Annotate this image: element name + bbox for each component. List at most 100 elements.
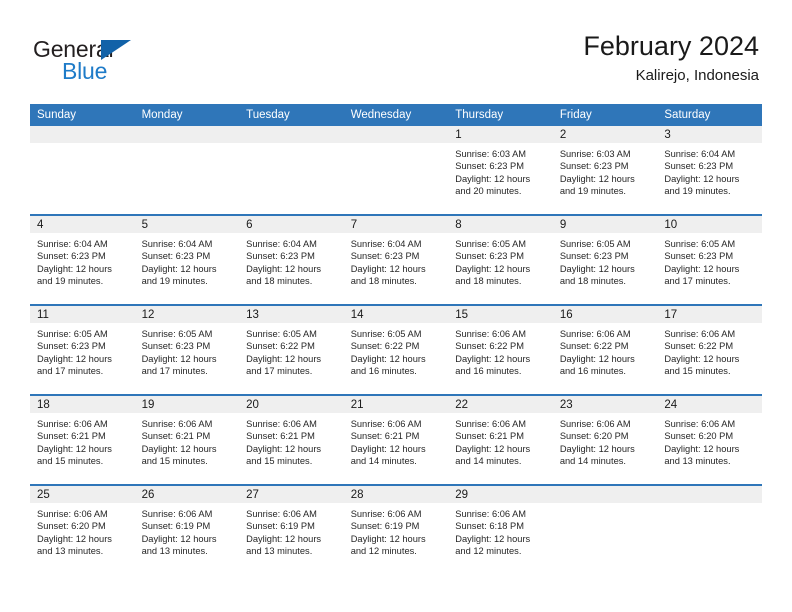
day-detail-line: Sunrise: 6:03 AM <box>559 149 631 159</box>
calendar-day-cell[interactable]: 21 Sunrise: 6:06 AM Sunset: 6:21 PM Dayligh… <box>343 394 449 485</box>
day-detail-line: Daylight: 12 hours <box>350 443 426 454</box>
calendar-day-cell[interactable]: 2 Sunrise: 6:03 AM Sunset: 6:23 PM Daylight… <box>552 126 658 215</box>
day-detail-line: Sunrise: 6:05 AM <box>246 329 317 339</box>
day-detail-line: and 18 minutes. <box>559 276 626 287</box>
calendar-day-cell[interactable]: 26 Sunrise: 6:06 AM Sunset: 6:19 PM Dayligh… <box>134 484 240 574</box>
calendar-day-cell[interactable]: 3 Sunrise: 6:04 AM Sunset: 6:23 PM Daylight… <box>657 126 762 215</box>
calendar-day-cell[interactable]: 5 Sunrise: 6:04 AM Sunset: 6:23 PM Daylight… <box>134 214 240 305</box>
day-number: 22 <box>448 396 553 413</box>
calendar-day-cell[interactable]: 27 Sunrise: 6:06 AM Sunset: 6:19 PM Dayligh… <box>239 484 344 574</box>
day-details: Sunrise: 6:03 AM Sunset: 6:23 PM Daylight:… <box>553 143 658 198</box>
day-detail-line: Sunrise: 6:06 AM <box>559 419 631 429</box>
weekday-header-saturday: Saturday <box>657 104 762 126</box>
day-details <box>30 143 135 148</box>
title-block: February 2024 Kalirejo, Indonesia <box>583 30 759 86</box>
day-detail-line: and 13 minutes. <box>141 546 208 557</box>
calendar-day-cell[interactable]: 24 Sunrise: 6:06 AM Sunset: 6:20 PM Dayligh… <box>657 394 762 485</box>
calendar-day-cell[interactable]: 18 Sunrise: 6:06 AM Sunset: 6:21 PM Dayligh… <box>30 394 135 485</box>
day-number: 26 <box>134 486 240 503</box>
calendar-day-cell[interactable]: 8 Sunrise: 6:05 AM Sunset: 6:23 PM Daylight… <box>448 214 553 305</box>
day-detail-line: Sunrise: 6:04 AM <box>246 239 317 249</box>
day-detail-line: Daylight: 12 hours <box>246 263 322 274</box>
day-details <box>135 143 240 148</box>
calendar-day-cell[interactable]: 20 Sunrise: 6:06 AM Sunset: 6:21 PM Dayligh… <box>239 394 344 485</box>
day-detail-line: and 14 minutes. <box>559 456 626 467</box>
calendar-day-cell[interactable]: 4 Sunrise: 6:04 AM Sunset: 6:23 PM Daylight… <box>30 214 135 305</box>
day-detail-line: and 17 minutes. <box>141 366 208 377</box>
calendar-empty-cell <box>657 484 762 574</box>
day-detail-line: and 16 minutes. <box>455 366 522 377</box>
calendar-week-row: 25 Sunrise: 6:06 AM Sunset: 6:20 PM Dayligh… <box>30 484 762 574</box>
day-detail-line: Sunrise: 6:06 AM <box>664 419 736 429</box>
day-number: 24 <box>657 396 762 413</box>
day-detail-line: Daylight: 12 hours <box>455 533 531 544</box>
day-detail-line: and 15 minutes. <box>246 456 313 467</box>
day-detail-line: Sunset: 6:21 PM <box>141 431 211 442</box>
calendar-day-cell[interactable]: 10 Sunrise: 6:05 AM Sunset: 6:23 PM Dayligh… <box>657 214 762 305</box>
day-detail-line: Sunrise: 6:06 AM <box>350 419 422 429</box>
day-detail-line: Daylight: 12 hours <box>350 263 426 274</box>
day-detail-line: Sunrise: 6:06 AM <box>37 509 108 519</box>
day-details: Sunrise: 6:06 AM Sunset: 6:22 PM Daylight:… <box>553 323 658 378</box>
calendar-day-cell[interactable]: 9 Sunrise: 6:05 AM Sunset: 6:23 PM Daylight… <box>552 214 658 305</box>
day-details: Sunrise: 6:04 AM Sunset: 6:23 PM Daylight:… <box>30 233 135 288</box>
day-number: 3 <box>657 126 762 143</box>
page-title: February 2024 <box>583 31 759 61</box>
day-number: 2 <box>552 126 658 143</box>
day-number: 28 <box>343 486 449 503</box>
general-blue-logo[interactable]: General Blue <box>33 36 233 92</box>
day-detail-line: and 12 minutes. <box>455 546 522 557</box>
calendar-day-cell[interactable]: 25 Sunrise: 6:06 AM Sunset: 6:20 PM Dayligh… <box>30 484 135 574</box>
day-detail-line: Sunset: 6:22 PM <box>350 341 420 352</box>
calendar-day-cell[interactable]: 19 Sunrise: 6:06 AM Sunset: 6:21 PM Dayligh… <box>134 394 240 485</box>
day-number: 6 <box>239 216 344 233</box>
calendar-day-cell[interactable]: 11 Sunrise: 6:05 AM Sunset: 6:23 PM Dayligh… <box>30 304 135 395</box>
day-detail-line: Sunrise: 6:06 AM <box>350 509 422 519</box>
day-detail-line: Sunset: 6:23 PM <box>37 251 106 262</box>
day-details: Sunrise: 6:05 AM Sunset: 6:23 PM Daylight:… <box>657 233 762 288</box>
day-details: Sunrise: 6:04 AM Sunset: 6:23 PM Daylight:… <box>657 143 762 198</box>
calendar-day-cell[interactable]: 29 Sunrise: 6:06 AM Sunset: 6:18 PM Dayligh… <box>448 484 553 574</box>
day-detail-line: Daylight: 12 hours <box>141 443 217 454</box>
calendar-day-cell[interactable]: 13 Sunrise: 6:05 AM Sunset: 6:22 PM Dayligh… <box>239 304 344 395</box>
calendar-day-cell[interactable]: 12 Sunrise: 6:05 AM Sunset: 6:23 PM Dayligh… <box>134 304 240 395</box>
calendar-day-cell[interactable]: 6 Sunrise: 6:04 AM Sunset: 6:23 PM Daylight… <box>239 214 344 305</box>
day-details: Sunrise: 6:06 AM Sunset: 6:22 PM Daylight:… <box>448 323 553 378</box>
day-number <box>30 126 135 143</box>
day-detail-line: Sunrise: 6:05 AM <box>455 239 527 249</box>
day-detail-line: Sunrise: 6:04 AM <box>350 239 422 249</box>
day-number: 27 <box>239 486 344 503</box>
day-detail-line: Sunrise: 6:06 AM <box>559 329 631 339</box>
day-detail-line: and 15 minutes. <box>664 366 731 377</box>
calendar-day-cell[interactable]: 7 Sunrise: 6:04 AM Sunset: 6:23 PM Daylight… <box>343 214 449 305</box>
day-detail-line: and 19 minutes. <box>559 186 626 197</box>
calendar-day-cell[interactable]: 23 Sunrise: 6:06 AM Sunset: 6:20 PM Dayligh… <box>552 394 658 485</box>
calendar-day-cell[interactable]: 28 Sunrise: 6:06 AM Sunset: 6:19 PM Dayligh… <box>343 484 449 574</box>
day-detail-line: Sunset: 6:23 PM <box>350 251 420 262</box>
day-details: Sunrise: 6:06 AM Sunset: 6:21 PM Daylight:… <box>344 413 449 468</box>
calendar-day-cell[interactable]: 15 Sunrise: 6:06 AM Sunset: 6:22 PM Dayligh… <box>448 304 553 395</box>
calendar-week-row: 1 Sunrise: 6:03 AM Sunset: 6:23 PM Daylight… <box>30 126 762 215</box>
calendar-week-row: 11 Sunrise: 6:05 AM Sunset: 6:23 PM Dayligh… <box>30 304 762 395</box>
calendar-day-cell[interactable]: 22 Sunrise: 6:06 AM Sunset: 6:21 PM Dayligh… <box>448 394 553 485</box>
calendar-day-cell[interactable]: 16 Sunrise: 6:06 AM Sunset: 6:22 PM Dayligh… <box>552 304 658 395</box>
day-number <box>134 126 240 143</box>
day-details: Sunrise: 6:06 AM Sunset: 6:21 PM Daylight:… <box>30 413 135 468</box>
day-details: Sunrise: 6:05 AM Sunset: 6:23 PM Daylight:… <box>30 323 135 378</box>
day-detail-line: and 18 minutes. <box>455 276 522 287</box>
day-detail-line: Sunset: 6:21 PM <box>37 431 106 442</box>
day-detail-line: Daylight: 12 hours <box>246 443 322 454</box>
calendar-day-cell[interactable]: 17 Sunrise: 6:06 AM Sunset: 6:22 PM Dayligh… <box>657 304 762 395</box>
day-detail-line: Daylight: 12 hours <box>559 173 635 184</box>
day-number <box>343 126 449 143</box>
calendar-day-cell[interactable]: 1 Sunrise: 6:03 AM Sunset: 6:23 PM Daylight… <box>448 126 553 215</box>
day-details: Sunrise: 6:04 AM Sunset: 6:23 PM Daylight:… <box>239 233 344 288</box>
day-detail-line: Sunset: 6:21 PM <box>350 431 420 442</box>
day-number: 10 <box>657 216 762 233</box>
day-details: Sunrise: 6:06 AM Sunset: 6:21 PM Daylight:… <box>448 413 553 468</box>
day-detail-line: Sunrise: 6:06 AM <box>141 419 213 429</box>
day-details: Sunrise: 6:05 AM Sunset: 6:23 PM Daylight:… <box>135 323 240 378</box>
calendar-day-cell[interactable]: 14 Sunrise: 6:05 AM Sunset: 6:22 PM Dayligh… <box>343 304 449 395</box>
day-detail-line: and 18 minutes. <box>246 276 313 287</box>
day-detail-line: and 17 minutes. <box>37 366 104 377</box>
